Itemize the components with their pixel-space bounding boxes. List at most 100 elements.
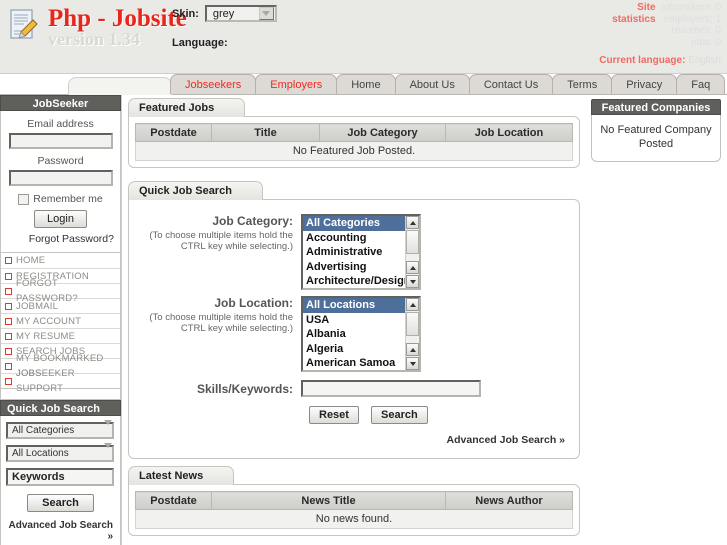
latest-news-body: Postdate News Title News Author No news … [128, 484, 580, 536]
bullet-square-icon [5, 317, 12, 325]
login-button[interactable]: Login [34, 210, 87, 228]
stat-row: resumes: 0 [671, 25, 721, 36]
sidebar-advanced-search-link[interactable]: Advanced Job Search » [6, 520, 115, 542]
scroll-up-button[interactable] [406, 298, 419, 311]
reset-button[interactable]: Reset [309, 406, 359, 424]
jobseeker-login-form: Email address Password Remember me Login… [0, 111, 121, 253]
table-header-row: Postdate News Title News Author [135, 491, 573, 510]
sidebar-item-home[interactable]: HOME [1, 253, 120, 268]
tab-contact-us[interactable]: Contact Us [468, 74, 554, 94]
bullet-square-icon [5, 332, 12, 340]
statistics-list: jobseekers: 0 employers: 1 resumes: 0 jo… [662, 2, 721, 48]
job-location-label: Job Location: [214, 296, 293, 310]
scrollbar-thumb[interactable] [406, 230, 419, 254]
password-label: Password [37, 155, 84, 167]
sidebar-search-button[interactable]: Search [27, 494, 94, 512]
tab-jobseekers[interactable]: Jobseekers [170, 74, 257, 94]
scroll-up-button[interactable] [406, 216, 419, 229]
bullet-square-icon [5, 272, 12, 280]
skin-select[interactable]: grey [204, 5, 277, 22]
skin-label: Skin: [172, 7, 199, 20]
featured-jobs-tab: Featured Jobs [128, 98, 246, 117]
list-item[interactable]: USA [303, 313, 419, 328]
sidebar-keywords-input[interactable]: Keywords [6, 468, 114, 486]
email-label: Email address [27, 118, 94, 130]
skills-keywords-row: Skills/Keywords: [139, 380, 569, 397]
table-header-row: Postdate Title Job Category Job Location [135, 123, 573, 142]
tab-about-us[interactable]: About Us [394, 74, 470, 94]
email-field[interactable] [8, 133, 113, 149]
featured-companies-panel: Featured Companies No Featured Company P… [591, 99, 721, 162]
jobseeker-menu: HOME REGISTRATION FORGOT PASSWORD? JOBMA… [0, 253, 121, 394]
tab-terms[interactable]: Terms [552, 74, 613, 94]
search-button[interactable]: Search [371, 406, 428, 424]
scroll-up-button-2[interactable] [406, 261, 419, 274]
scroll-down-button[interactable] [406, 275, 419, 288]
list-item[interactable]: Administrative [303, 245, 419, 260]
list-item[interactable]: Advertising [303, 260, 419, 275]
sidebar-item-jobseeker-support[interactable]: JOBSEEKER SUPPORT [1, 368, 120, 394]
job-category-hint: (To choose multiple items hold the CTRL … [149, 230, 293, 252]
job-category-listbox[interactable]: All Categories Accounting Administrative… [301, 214, 421, 290]
tab-faq[interactable]: Faq [676, 74, 726, 94]
password-field[interactable] [8, 170, 113, 186]
sidebar: JobSeeker Email address Password Remembe… [0, 95, 122, 545]
chevron-down-icon [104, 420, 112, 436]
list-item[interactable]: Algeria [303, 342, 419, 357]
skin-selector-row: Skin: grey [172, 5, 277, 22]
listbox-scrollbar[interactable] [405, 216, 419, 288]
quick-job-search-tab: Quick Job Search [128, 181, 263, 200]
list-item[interactable]: Albania [303, 327, 419, 342]
remember-me-label: Remember me [33, 193, 103, 205]
col-news-title: News Title [211, 491, 446, 510]
sidebar-item-my-resume[interactable]: MY RESUME [1, 328, 120, 343]
main-navigation: Jobseekers Employers Home About Us Conta… [0, 74, 727, 95]
job-category-label-block: Job Category: (To choose multiple items … [139, 214, 301, 290]
scroll-down-button[interactable] [406, 357, 419, 370]
bullet-square-icon [5, 287, 12, 295]
table-row: No Featured Job Posted. [135, 141, 573, 161]
current-language: Current language: English [599, 55, 721, 66]
scrollbar-thumb[interactable] [406, 312, 419, 336]
col-news-author: News Author [445, 491, 573, 510]
jobseeker-panel-title: JobSeeker [0, 95, 121, 111]
skills-keywords-label-block: Skills/Keywords: [139, 382, 301, 396]
chevron-down-icon [258, 7, 274, 20]
latest-news-tab: Latest News [128, 466, 235, 485]
job-location-row: Job Location: (To choose multiple items … [139, 296, 569, 372]
quick-job-search-body: Job Category: (To choose multiple items … [128, 199, 580, 459]
tab-home[interactable]: Home [336, 74, 396, 94]
advanced-job-search-link[interactable]: Advanced Job Search » [139, 434, 569, 446]
list-item[interactable]: Accounting [303, 231, 419, 246]
skin-select-value: grey [212, 7, 235, 20]
remember-me-checkbox[interactable] [18, 193, 30, 205]
sidebar-location-select[interactable]: All Locations [6, 443, 114, 462]
forgot-password-link[interactable]: Forgot Password? [7, 233, 114, 245]
remember-me-row[interactable]: Remember me [7, 193, 114, 205]
col-postdate: Postdate [135, 491, 212, 510]
list-item[interactable]: All Categories [303, 216, 419, 231]
list-item[interactable]: Architecture/Design [303, 274, 419, 288]
skills-keywords-input[interactable] [301, 380, 481, 397]
list-item[interactable]: All Locations [303, 298, 419, 313]
latest-news-table: Postdate News Title News Author No news … [135, 491, 573, 529]
page-body: JobSeeker Email address Password Remembe… [0, 95, 727, 545]
featured-companies-title: Featured Companies [591, 99, 721, 115]
tab-privacy[interactable]: Privacy [611, 74, 678, 94]
scroll-up-button-2[interactable] [406, 343, 419, 356]
job-category-row: Job Category: (To choose multiple items … [139, 214, 569, 290]
sidebar-item-my-account[interactable]: MY ACCOUNT [1, 313, 120, 328]
site-logo[interactable]: Php - Jobsite version 1.34 [8, 6, 187, 48]
quick-search-buttons: Reset Search [309, 406, 569, 424]
job-category-label: Job Category: [212, 214, 293, 228]
job-location-listbox[interactable]: All Locations USA Albania Algeria Americ… [301, 296, 421, 372]
tab-employers[interactable]: Employers [255, 74, 338, 94]
featured-jobs-table: Postdate Title Job Category Job Location… [135, 123, 573, 161]
job-location-hint: (To choose multiple items hold the CTRL … [149, 312, 293, 334]
list-item[interactable]: American Samoa [303, 356, 419, 370]
featured-jobs-empty: No Featured Job Posted. [135, 141, 573, 161]
latest-news-panel: Latest News Postdate News Title News Aut… [128, 466, 580, 536]
sidebar-category-select[interactable]: All Categories [6, 420, 114, 439]
sidebar-item-forgot-password[interactable]: FORGOT PASSWORD? [1, 278, 120, 304]
listbox-scrollbar[interactable] [405, 298, 419, 370]
